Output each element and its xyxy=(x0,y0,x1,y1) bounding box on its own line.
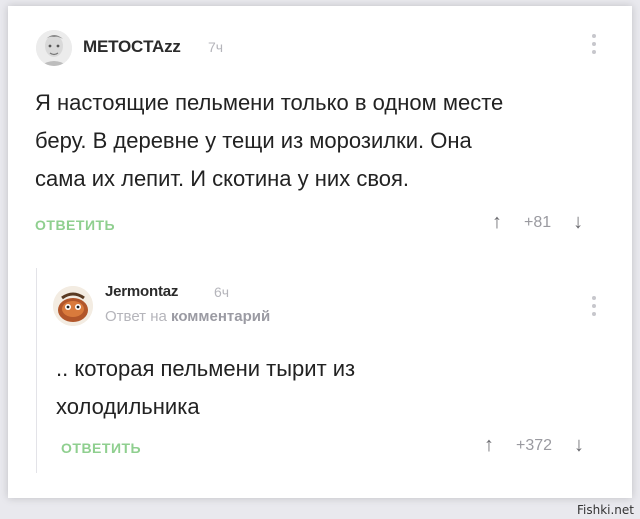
arrow-down-icon[interactable]: ↓ xyxy=(574,434,584,457)
comment-time: 7ч xyxy=(208,39,224,55)
thread-line xyxy=(36,268,37,473)
comment-text-line: .. которая пельмени тырит из xyxy=(56,356,356,381)
comment-text-line: Я настоящие пельмени только в одном мест… xyxy=(35,90,504,115)
comment-time: 6ч xyxy=(214,284,230,300)
reply-button[interactable]: ОТВЕТИТЬ xyxy=(61,440,141,456)
avatar[interactable] xyxy=(53,286,93,326)
comment-text: Я настоящие пельмени только в одном мест… xyxy=(35,84,615,198)
reply-button[interactable]: ОТВЕТИТЬ xyxy=(35,217,115,233)
comment-text-line: сама их лепит. И скотина у них своя. xyxy=(35,166,410,191)
comment-author[interactable]: METOCTAzz xyxy=(83,37,181,57)
comment-text-line: холодильника xyxy=(56,394,200,419)
watermark: Fishki.net xyxy=(576,503,634,517)
arrow-up-icon[interactable]: ↑ xyxy=(484,434,494,457)
avatar-image-icon xyxy=(36,30,72,66)
comment-card: METOCTAzz 7ч Я настоящие пельмени только… xyxy=(8,6,632,498)
reply-to-line: Ответ на комментарий xyxy=(105,308,270,325)
avatar[interactable] xyxy=(36,30,72,66)
arrow-down-icon[interactable]: ↓ xyxy=(573,211,583,234)
more-options-icon[interactable] xyxy=(592,34,598,54)
avatar-image-icon xyxy=(53,286,93,326)
arrow-up-icon[interactable]: ↑ xyxy=(492,211,502,234)
vote-score: +81 xyxy=(524,213,552,231)
vote-controls: ↑ +372 ↓ xyxy=(484,434,584,457)
comment-text-line: беру. В деревне у тещи из морозилки. Она xyxy=(35,128,472,153)
vote-controls: ↑ +81 ↓ xyxy=(492,211,583,234)
more-options-icon[interactable] xyxy=(592,296,598,316)
reply-to-link[interactable]: комментарий xyxy=(171,308,270,325)
comment-text: .. которая пельмени тырит из холодильник… xyxy=(56,350,596,426)
comment-author[interactable]: Jermontaz xyxy=(105,283,178,300)
reply-to-prefix: Ответ на xyxy=(105,308,167,325)
vote-score: +372 xyxy=(516,436,553,454)
